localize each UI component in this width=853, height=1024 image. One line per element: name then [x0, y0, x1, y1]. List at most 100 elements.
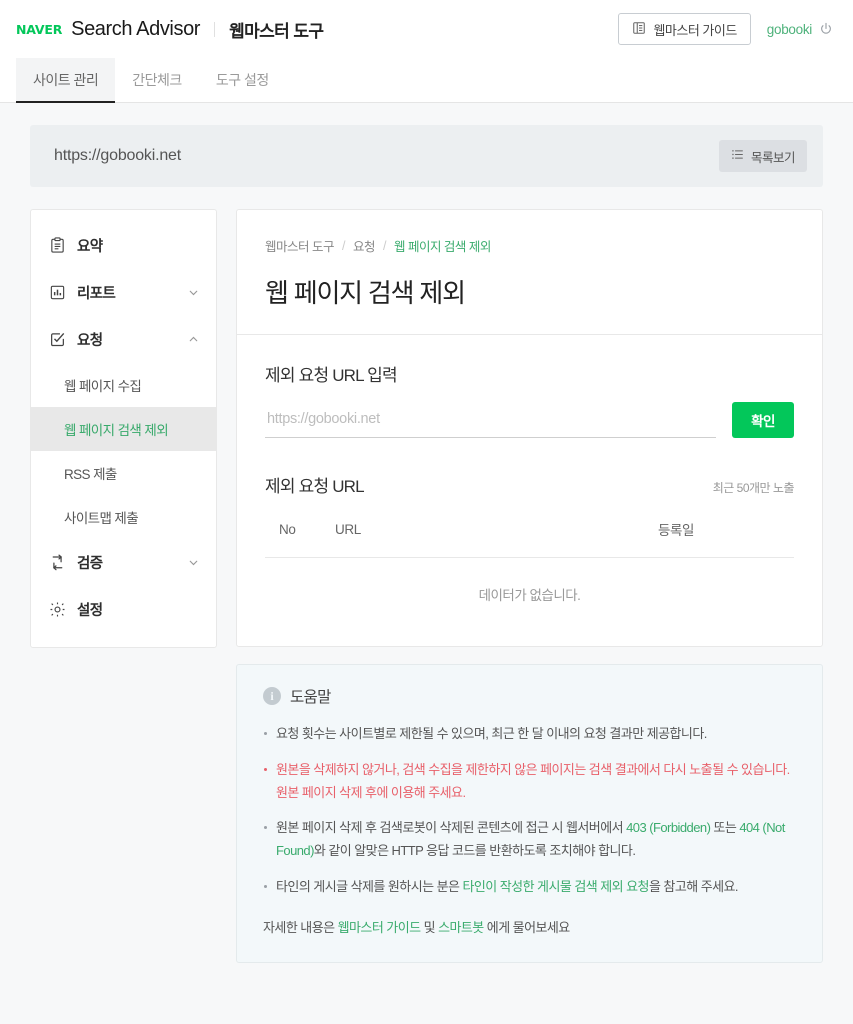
card-body: 제외 요청 URL 입력 확인 제외 요청 URL 최근 50개만 노출	[237, 335, 822, 646]
sidebar-item-verification[interactable]: 검증	[31, 539, 216, 586]
help-item-1: 원본을 삭제하지 않거나, 검색 수집을 제한하지 않은 페이지는 검색 결과에…	[263, 759, 796, 805]
help-footer-text-c: 에게 물어보세요	[483, 919, 571, 935]
confirm-button[interactable]: 확인	[732, 402, 794, 438]
help-item-2: 원본 페이지 삭제 후 검색로봇이 삭제된 콘텐츠에 접근 시 웹서버에서 40…	[263, 817, 796, 863]
url-input-row: 확인	[265, 402, 794, 438]
sidebar-label-settings: 설정	[77, 603, 103, 619]
app-header: NAVER Search Advisor 웹마스터 도구 웹마스터 가이드 go…	[0, 0, 853, 58]
table-header-row: 제외 요청 URL 최근 50개만 노출	[265, 472, 795, 497]
table-body: 데이터가 없습니다.	[265, 557, 794, 636]
gear-icon	[48, 601, 66, 619]
table-head: No URL 등록일	[265, 519, 794, 558]
page-title: 웹 페이지 검색 제외	[265, 278, 466, 308]
help-title: 도움말	[290, 689, 331, 706]
clipboard-icon	[48, 237, 66, 255]
help-footer: 자세한 내용은 웹마스터 가이드 및 스마트봇 에게 물어보세요	[263, 917, 796, 936]
sidebar-label-request: 요청	[77, 333, 103, 349]
help-item-3: 타인의 게시글 삭제를 원하시는 분은 타인이 작성한 게시물 검색 제외 요청…	[263, 876, 796, 899]
column-header-date: 등록일	[658, 523, 695, 538]
chevron-down-icon[interactable]	[187, 286, 200, 299]
help-item-3-text-b: 을 참고해 주세요.	[648, 878, 739, 894]
url-input-section-label: 제외 요청 URL 입력	[265, 366, 398, 385]
sidebar-item-request[interactable]: 요청	[31, 316, 216, 363]
help-footer-text-b: 및	[420, 919, 439, 935]
sidebar-subnav-request: 웹 페이지 수집 웹 페이지 검색 제외 RSS 제출 사이트맵 제출	[31, 363, 216, 539]
user-name: gobooki	[766, 21, 813, 37]
breadcrumb-item-0[interactable]: 웹마스터 도구	[265, 236, 334, 255]
page-root: NAVER Search Advisor 웹마스터 도구 웹마스터 가이드 go…	[0, 0, 853, 1024]
sidebar-label-report: 리포트	[77, 286, 116, 302]
bar-chart-icon	[48, 284, 66, 302]
sidebar-subitem-sitemap-submit[interactable]: 사이트맵 제출	[31, 495, 216, 539]
tab-site-management[interactable]: 사이트 관리	[16, 58, 116, 103]
sidebar-item-report[interactable]: 리포트	[31, 269, 216, 316]
power-icon[interactable]	[819, 22, 833, 36]
help-item-0: 요청 횟수는 사이트별로 제한될 수 있으며, 최근 한 달 이내의 요청 결과…	[263, 723, 796, 746]
main-tabbar: 사이트 관리 간단체크 도구 설정	[0, 58, 853, 103]
webmaster-guide-button[interactable]: 웹마스터 가이드	[618, 13, 751, 45]
column-header-url: URL	[335, 521, 361, 537]
sidebar-subitem-rss-submit[interactable]: RSS 제출	[31, 451, 216, 495]
site-list-button[interactable]: 목록보기	[718, 140, 807, 172]
chevron-down-icon[interactable]	[187, 556, 200, 569]
help-list: 요청 횟수는 사이트별로 제한될 수 있으며, 최근 한 달 이내의 요청 결과…	[263, 723, 796, 899]
column-header-no: No	[279, 521, 296, 537]
content-card: 웹마스터 도구 / 요청 / 웹 페이지 검색 제외 웹 페이지 검색 제외 제…	[236, 209, 823, 647]
site-url-bar: https://gobooki.net 목록보기	[30, 125, 823, 187]
bottom-spacer	[236, 963, 823, 987]
main-panel: 웹마스터 도구 / 요청 / 웹 페이지 검색 제외 웹 페이지 검색 제외 제…	[236, 209, 823, 987]
sidebar-item-settings[interactable]: 설정	[31, 586, 216, 633]
user-area[interactable]: gobooki	[767, 22, 833, 37]
webmaster-guide-link[interactable]: 웹마스터 가이드	[338, 920, 421, 935]
sidebar-nav: 요약 리포트 요청 웹 페이지 수집 웹 페이지 검색 제외 RSS 제출 사이…	[30, 209, 217, 648]
sidebar-subitem-webpage-collect[interactable]: 웹 페이지 수집	[31, 363, 216, 407]
chevron-up-icon[interactable]	[187, 333, 200, 346]
content-area: https://gobooki.net 목록보기 요약 리포트 요청 웹 페이지…	[0, 103, 853, 987]
card-header: 웹마스터 도구 / 요청 / 웹 페이지 검색 제외 웹 페이지 검색 제외	[237, 210, 822, 335]
tab-quick-check[interactable]: 간단체크	[115, 58, 199, 102]
info-icon: i	[263, 687, 281, 705]
breadcrumb-item-2: 웹 페이지 검색 제외	[393, 240, 491, 254]
breadcrumb: 웹마스터 도구 / 요청 / 웹 페이지 검색 제외	[265, 236, 794, 255]
naver-logo: NAVER	[16, 21, 63, 37]
exclude-url-table: No URL 등록일 데이터가 없습니다.	[265, 519, 794, 636]
help-item-2-text-b: 또는	[710, 820, 740, 836]
table-note: 최근 50개만 노출	[712, 481, 795, 495]
header-divider	[214, 21, 216, 37]
help-header: i 도움말	[263, 685, 796, 707]
table-title: 제외 요청 URL	[265, 477, 365, 496]
swap-arrows-icon	[48, 554, 66, 572]
brand-area[interactable]: NAVER Search Advisor	[16, 18, 200, 41]
table-header-row-cells: No URL 등록일	[265, 519, 794, 558]
table-empty-row: 데이터가 없습니다.	[265, 557, 794, 636]
sidebar-label-summary: 요약	[77, 239, 103, 255]
sidebar-subitem-webpage-exclude[interactable]: 웹 페이지 검색 제외	[31, 407, 216, 451]
sidebar-item-summary[interactable]: 요약	[31, 222, 216, 269]
help-item-1-text: 원본을 삭제하지 않거나, 검색 수집을 제한하지 않은 페이지는 검색 결과에…	[276, 761, 790, 800]
table-empty-message: 데이터가 없습니다.	[265, 557, 794, 636]
site-url-text: https://gobooki.net	[54, 147, 181, 164]
smartbot-link[interactable]: 스마트봇	[438, 920, 484, 935]
help-footer-text-a: 자세한 내용은	[263, 919, 338, 935]
list-icon	[731, 148, 744, 164]
exclude-url-input[interactable]	[265, 405, 716, 438]
help-item-2-text-c: 와 같이 알맞은 HTTP 응답 코드를 반환하도록 조치해야 합니다.	[313, 843, 636, 858]
third-party-post-exclude-link[interactable]: 타인이 작성한 게시물 검색 제외 요청	[462, 879, 649, 894]
help-item-2-text-a: 원본 페이지 삭제 후 검색로봇이 삭제된 콘텐츠에 접근 시 웹서버에서	[276, 820, 627, 836]
http-code-403: 403 (Forbidden)	[626, 820, 711, 836]
tab-tool-settings[interactable]: 도구 설정	[199, 58, 286, 102]
breadcrumb-item-1[interactable]: 요청	[353, 236, 376, 255]
site-list-label: 목록보기	[750, 150, 796, 165]
columns-layout: 요약 리포트 요청 웹 페이지 수집 웹 페이지 검색 제외 RSS 제출 사이…	[30, 209, 823, 987]
help-item-3-text-a: 타인의 게시글 삭제를 원하시는 분은	[276, 878, 463, 894]
breadcrumb-separator: /	[382, 238, 386, 253]
help-item-0-text: 요청 횟수는 사이트별로 제한될 수 있으며, 최근 한 달 이내의 요청 결과…	[276, 726, 707, 741]
checkbox-icon	[48, 331, 66, 349]
help-panel: i 도움말 요청 횟수는 사이트별로 제한될 수 있으며, 최근 한 달 이내의…	[236, 664, 823, 963]
webmaster-guide-label: 웹마스터 가이드	[653, 22, 737, 38]
header-right: 웹마스터 가이드 gobooki	[618, 13, 833, 45]
product-name: Search Advisor	[71, 17, 201, 40]
breadcrumb-separator: /	[341, 238, 345, 253]
book-icon	[632, 21, 646, 38]
sidebar-label-verification: 검증	[77, 556, 103, 572]
